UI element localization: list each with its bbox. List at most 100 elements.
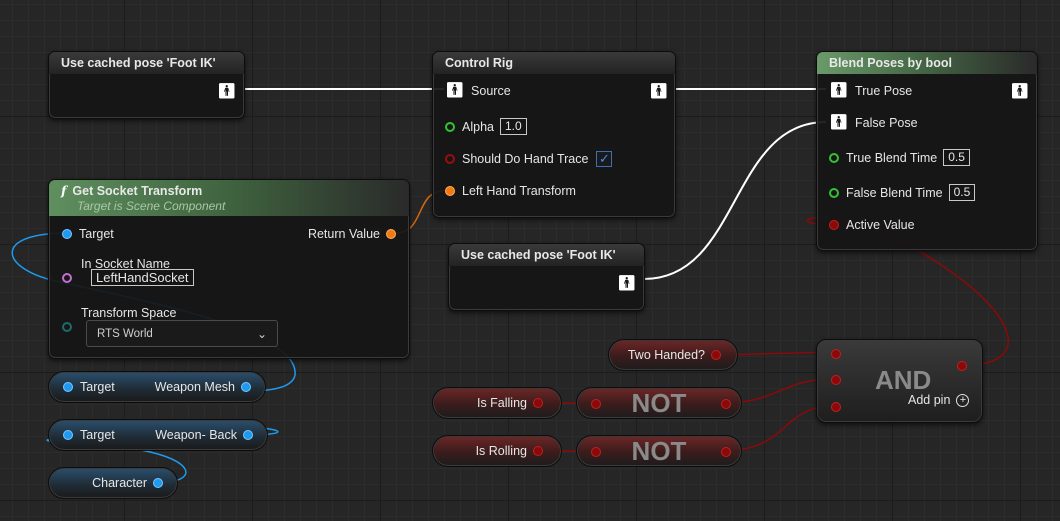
socket-name-field[interactable]: LeftHandSocket: [91, 269, 194, 286]
pin-label: Left Hand Transform: [462, 184, 576, 198]
bool-pin-icon[interactable]: [533, 446, 543, 456]
control-rig-node[interactable]: Control Rig 🚹︎ Source 🚹︎ Alpha 1.0 Shoul…: [432, 51, 676, 218]
is-falling-node[interactable]: Is Falling: [432, 387, 562, 419]
add-pin-button[interactable]: Add pin +: [908, 393, 970, 407]
character-node[interactable]: Character: [48, 467, 178, 499]
variable-label: Is Falling: [476, 396, 527, 410]
variable-label: Weapon- Back: [155, 428, 237, 442]
bool-pin-icon[interactable]: [721, 399, 731, 409]
pin-label: False Pose: [855, 116, 918, 130]
blend-poses-node[interactable]: Blend Poses by bool 🚹︎ True Pose 🚹︎ 🚹︎ F…: [816, 51, 1038, 251]
weapon-mesh-node[interactable]: Target Weapon Mesh: [48, 371, 266, 403]
bool-pin-icon[interactable]: [711, 350, 721, 360]
variable-label: Is Rolling: [475, 444, 527, 458]
false-blend-value-field[interactable]: 0.5: [948, 184, 976, 201]
person-figure-icon[interactable]: 🚹︎: [217, 84, 236, 99]
person-figure-icon[interactable]: 🚹︎: [829, 115, 848, 130]
object-pin-icon[interactable]: [62, 229, 72, 239]
pin-label: Source: [471, 84, 511, 98]
object-pin-icon[interactable]: [153, 478, 163, 488]
bool-pin-icon[interactable]: [831, 349, 841, 359]
pin-label: Return Value: [307, 227, 380, 241]
pin-label: Target: [80, 428, 115, 442]
false-blend-pin-row[interactable]: False Blend Time 0.5: [829, 184, 976, 201]
transform-space-pin-row[interactable]: [62, 322, 79, 332]
true-blend-value-field[interactable]: 0.5: [943, 149, 970, 166]
socket-name-pin-row[interactable]: LeftHandSocket: [62, 269, 194, 286]
bool-pin-icon[interactable]: [445, 154, 455, 164]
active-value-pin-row[interactable]: Active Value: [829, 218, 915, 232]
person-figure-icon[interactable]: 🚹︎: [1010, 84, 1029, 99]
two-handed-node[interactable]: Two Handed?: [608, 339, 738, 371]
pin-label: Target: [80, 380, 115, 394]
transform-pin-icon[interactable]: [445, 186, 455, 196]
bool-pin-icon[interactable]: [829, 220, 839, 230]
dropdown-value: RTS World: [97, 327, 153, 340]
chevron-down-icon: ⌄: [256, 326, 267, 341]
not-node-1[interactable]: NOT: [576, 387, 742, 419]
pin-label: Alpha: [462, 119, 494, 134]
pin-label: False Blend Time: [846, 185, 943, 200]
target-pin-row[interactable]: Target: [62, 227, 114, 241]
bool-pin-icon[interactable]: [591, 447, 601, 457]
source-pin-row[interactable]: 🚹︎ Source: [445, 83, 511, 98]
enum-pin-icon[interactable]: [62, 322, 72, 332]
bool-pin-icon[interactable]: [831, 375, 841, 385]
variable-label: Two Handed?: [627, 348, 705, 362]
return-value-pin-row[interactable]: Return Value: [308, 227, 396, 241]
person-figure-icon[interactable]: 🚹︎: [649, 84, 668, 99]
hand-trace-pin-row[interactable]: Should Do Hand Trace ✓: [445, 151, 613, 167]
not-node-2[interactable]: NOT: [576, 435, 742, 467]
pin-label: True Pose: [855, 84, 913, 98]
object-pin-icon[interactable]: [63, 430, 73, 440]
transform-space-dropdown[interactable]: RTS World ⌄: [86, 320, 278, 347]
weapon-back-node[interactable]: Target Weapon- Back: [48, 419, 268, 451]
get-socket-transform-node[interactable]: f Get Socket Transform Target is Scene Co…: [48, 179, 410, 359]
cached-pose-node-2[interactable]: Use cached pose 'Foot IK' 🚹︎: [448, 243, 645, 311]
operator-label: AND: [875, 365, 932, 395]
node-title: Blend Poses by bool: [817, 52, 1037, 74]
float-pin-icon[interactable]: [829, 187, 839, 198]
bool-pin-icon[interactable]: [533, 398, 543, 408]
node-title: Use cached pose 'Foot IK': [49, 52, 244, 74]
person-figure-icon[interactable]: 🚹︎: [617, 276, 636, 291]
node-subtitle: Target is Scene Component: [77, 199, 226, 213]
blueprint-graph-canvas[interactable]: Use cached pose 'Foot IK' 🚹︎ Control Rig…: [0, 0, 1060, 521]
and-node[interactable]: AND Add pin +: [816, 339, 983, 423]
true-blend-pin-row[interactable]: True Blend Time 0.5: [829, 149, 970, 166]
function-f-icon: f: [61, 183, 67, 198]
bool-pin-icon[interactable]: [591, 399, 601, 409]
person-figure-icon[interactable]: 🚹︎: [445, 83, 464, 98]
pin-label: Active Value: [846, 218, 915, 232]
variable-label: Weapon Mesh: [154, 380, 235, 394]
alpha-value-field[interactable]: 1.0: [499, 118, 527, 135]
object-pin-icon[interactable]: [63, 382, 73, 392]
float-pin-icon[interactable]: [829, 152, 839, 163]
pin-label: True Blend Time: [846, 150, 938, 165]
true-pose-pin-row[interactable]: 🚹︎ True Pose: [829, 83, 913, 98]
person-figure-icon[interactable]: 🚹︎: [829, 83, 848, 98]
operator-label: NOT: [631, 435, 687, 466]
float-pin-icon[interactable]: [445, 121, 455, 132]
alpha-pin-row[interactable]: Alpha 1.0: [445, 118, 527, 135]
left-hand-pin-row[interactable]: Left Hand Transform: [445, 184, 576, 198]
false-pose-pin-row[interactable]: 🚹︎ False Pose: [829, 115, 918, 130]
is-rolling-node[interactable]: Is Rolling: [432, 435, 562, 467]
cached-pose-node-1[interactable]: Use cached pose 'Foot IK' 🚹︎: [48, 51, 245, 119]
node-title: Control Rig: [433, 52, 675, 74]
object-pin-icon[interactable]: [241, 382, 251, 392]
checkmark-icon[interactable]: ✓: [596, 151, 613, 167]
name-pin-icon[interactable]: [62, 272, 72, 283]
transform-pin-icon[interactable]: [386, 229, 396, 239]
plus-circle-icon[interactable]: +: [956, 393, 970, 407]
bool-pin-icon[interactable]: [957, 361, 967, 371]
object-pin-icon[interactable]: [243, 430, 253, 440]
operator-label: NOT: [631, 387, 687, 418]
variable-label: Character: [92, 476, 147, 490]
node-title: Use cached pose 'Foot IK': [449, 244, 644, 266]
pin-label: Target: [79, 227, 114, 241]
bool-pin-icon[interactable]: [721, 447, 731, 457]
bool-pin-icon[interactable]: [831, 402, 841, 412]
add-pin-label: Add pin: [908, 393, 951, 407]
node-title: Get Socket Transform: [72, 184, 203, 198]
